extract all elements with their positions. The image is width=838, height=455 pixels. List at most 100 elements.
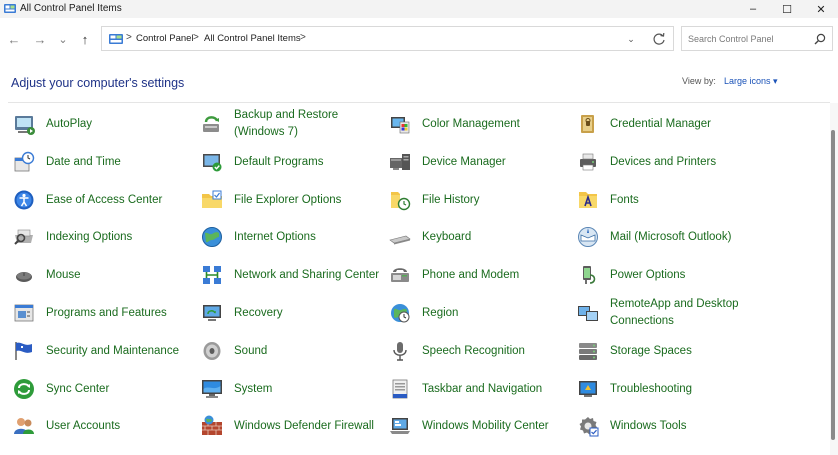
credential-manager-icon [576, 112, 600, 136]
file-explorer-options-icon [200, 188, 224, 212]
speech-recognition-icon [388, 339, 412, 363]
control-panel-item-label: Security and Maintenance [46, 344, 179, 357]
control-panel-item-label: Internet Options [234, 231, 316, 244]
control-panel-icon [4, 4, 16, 13]
control-panel-item-label: Recovery [234, 307, 283, 319]
backup-restore-icon [200, 112, 224, 136]
maximize-button[interactable]: ☐ [770, 0, 804, 18]
control-panel-item[interactable]: AutoPlay [12, 106, 192, 142]
mobility-center-icon [388, 414, 412, 438]
phone-modem-icon [388, 263, 412, 287]
security-maintenance-icon [12, 339, 36, 363]
control-panel-item[interactable]: Phone and Modem [388, 257, 568, 293]
control-panel-item[interactable]: Taskbar and Navigation [388, 371, 568, 407]
control-panel-item-label: Windows Mobility Center [422, 420, 549, 433]
control-panel-item-label: Windows Tools [610, 420, 687, 433]
back-button[interactable]: ← [4, 31, 24, 47]
refresh-icon[interactable] [651, 31, 667, 47]
recent-locations-button[interactable]: ⌄ [53, 31, 73, 47]
user-accounts-icon [12, 414, 36, 438]
control-panel-item[interactable]: Sync Center [12, 371, 192, 407]
recovery-icon [200, 301, 224, 325]
minimize-button[interactable]: – [736, 0, 770, 18]
forward-button[interactable]: → [30, 31, 50, 47]
control-panel-item-label: User Accounts [46, 420, 121, 433]
control-panel-item[interactable]: User Accounts [12, 408, 192, 444]
control-panel-item[interactable]: Windows Mobility Center [388, 408, 568, 444]
control-panel-item[interactable]: Troubleshooting [576, 371, 756, 407]
control-panel-item[interactable]: Device Manager [388, 144, 568, 180]
programs-features-icon [12, 301, 36, 325]
control-panel-item[interactable]: Sound [200, 333, 380, 369]
breadcrumb-all-items[interactable]: All Control Panel Items [204, 33, 301, 44]
control-panel-item-label: Indexing Options [46, 231, 133, 244]
address-bar[interactable]: > Control Panel > All Control Panel Item… [101, 26, 674, 51]
system-icon [200, 377, 224, 401]
control-panel-item[interactable]: Network and Sharing Center [200, 257, 380, 293]
control-panel-item-label: Taskbar and Navigation [422, 382, 543, 395]
address-dropdown-button[interactable]: ⌄ [624, 32, 638, 46]
control-panel-item-label: Mail (Microsoft Outlook) [610, 231, 732, 244]
control-panel-item-label: RemoteApp and Desktop Connections [610, 298, 739, 327]
control-panel-item-label: File History [422, 193, 480, 206]
breadcrumb-control-panel[interactable]: Control Panel [136, 33, 194, 44]
window-title: All Control Panel Items [20, 3, 122, 14]
control-panel-item[interactable]: Indexing Options [12, 219, 192, 255]
firewall-icon [200, 414, 224, 438]
close-button[interactable]: ✕ [804, 0, 838, 18]
control-panel-item[interactable]: Backup and Restore (Windows 7) [200, 106, 380, 142]
control-panel-item[interactable]: Default Programs [200, 144, 380, 180]
mail-icon [576, 225, 600, 249]
control-panel-item-label: Backup and Restore (Windows 7) [234, 109, 339, 138]
control-panel-item-label: Keyboard [422, 231, 472, 244]
control-panel-item[interactable]: Mail (Microsoft Outlook) [576, 219, 756, 255]
search-icon[interactable] [813, 32, 827, 46]
autoplay-icon [12, 112, 36, 136]
control-panel-item[interactable]: RemoteApp and Desktop Connections [576, 295, 756, 331]
taskbar-navigation-icon [388, 377, 412, 401]
control-panel-item[interactable]: Keyboard [388, 219, 568, 255]
control-panel-item[interactable]: Mouse [12, 257, 192, 293]
region-icon [388, 301, 412, 325]
control-panel-item[interactable]: Speech Recognition [388, 333, 568, 369]
control-panel-item[interactable]: Fonts [576, 182, 756, 218]
breadcrumb-separator: > [300, 32, 306, 43]
breadcrumb-separator: > [126, 32, 132, 43]
control-panel-item[interactable]: Color Management [388, 106, 568, 142]
control-panel-item[interactable]: File Explorer Options [200, 182, 380, 218]
search-input[interactable]: Search Control Panel [688, 34, 774, 44]
control-panel-item[interactable]: System [200, 371, 380, 407]
scrollbar-thumb[interactable] [831, 130, 835, 440]
control-panel-item[interactable]: Region [388, 295, 568, 331]
control-panel-item[interactable]: Date and Time [12, 144, 192, 180]
control-panel-item[interactable]: Devices and Printers [576, 144, 756, 180]
control-panel-item-label: Sync Center [46, 382, 110, 395]
control-panel-item[interactable]: Credential Manager [576, 106, 756, 142]
control-panel-item[interactable]: File History [388, 182, 568, 218]
control-panel-item[interactable]: Internet Options [200, 219, 380, 255]
control-panel-item-label: AutoPlay [46, 118, 93, 130]
control-panel-window: All Control Panel Items – ☐ ✕ ← → ⌄ ↑ > … [0, 0, 838, 455]
search-box[interactable]: Search Control Panel [681, 26, 833, 51]
control-panel-item-label: Phone and Modem [422, 269, 520, 282]
control-panel-item-label: Programs and Features [46, 307, 167, 319]
up-button[interactable]: ↑ [75, 31, 95, 47]
mouse-icon [12, 263, 36, 287]
control-panel-item[interactable]: Security and Maintenance [12, 333, 192, 369]
control-panel-item-label: Color Management [422, 118, 520, 130]
view-by-dropdown[interactable]: Large icons ▾ [724, 76, 778, 87]
title-bar: All Control Panel Items – ☐ ✕ [0, 0, 838, 18]
control-panel-item[interactable]: Power Options [576, 257, 756, 293]
remoteapp-icon [576, 301, 600, 325]
control-panel-item[interactable]: Windows Tools [576, 408, 756, 444]
control-panel-item[interactable]: Programs and Features [12, 295, 192, 331]
control-panel-item[interactable]: Ease of Access Center [12, 182, 192, 218]
power-options-icon [576, 263, 600, 287]
control-panel-item-label: System [234, 382, 273, 395]
control-panel-item-label: Network and Sharing Center [234, 269, 380, 282]
control-panel-item[interactable]: Storage Spaces [576, 333, 756, 369]
color-management-icon [388, 112, 412, 136]
control-panel-icon [109, 34, 123, 44]
control-panel-item[interactable]: Recovery [200, 295, 380, 331]
control-panel-item[interactable]: Windows Defender Firewall [200, 408, 380, 444]
